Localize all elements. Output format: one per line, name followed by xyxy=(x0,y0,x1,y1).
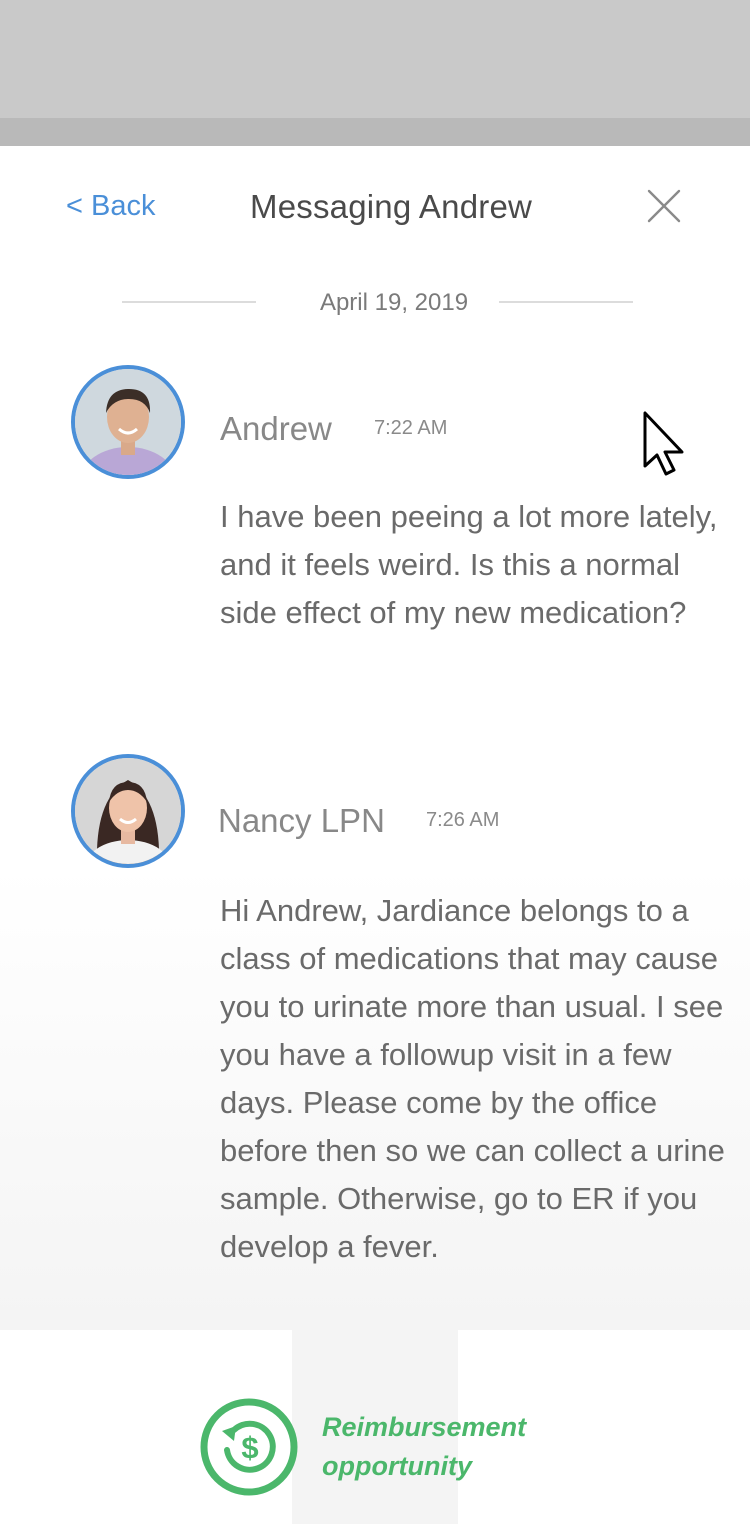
date-divider-left xyxy=(122,301,256,303)
message-body: Hi Andrew, Jardiance belongs to a class … xyxy=(220,893,725,1264)
sender-name: Andrew xyxy=(220,410,332,447)
avatar-andrew[interactable] xyxy=(71,365,185,479)
page-title: Messaging Andrew xyxy=(250,188,533,225)
date-separator: April 19, 2019 xyxy=(319,289,469,316)
avatar-nancy[interactable] xyxy=(71,754,185,868)
message-timestamp: 7:26 AM xyxy=(426,809,500,831)
svg-text:$: $ xyxy=(241,1430,258,1465)
person-photo-icon xyxy=(75,369,181,475)
person-photo-icon xyxy=(75,758,181,864)
close-icon[interactable] xyxy=(646,188,682,224)
back-button[interactable]: < Back xyxy=(66,190,155,223)
message-timestamp: 7:22 AM xyxy=(374,417,448,439)
message-body: I have been peeing a lot more lately, an… xyxy=(220,499,718,630)
modal-backdrop[interactable] xyxy=(0,0,750,118)
backdrop-strip xyxy=(0,118,750,146)
sender-name: Nancy LPN xyxy=(218,802,385,839)
mouse-pointer-icon xyxy=(642,410,688,483)
reimbursement-link[interactable]: Reimbursement opportunity xyxy=(322,1408,562,1486)
date-divider-right xyxy=(499,301,633,303)
dollar-refresh-icon[interactable]: $ xyxy=(200,1398,298,1501)
